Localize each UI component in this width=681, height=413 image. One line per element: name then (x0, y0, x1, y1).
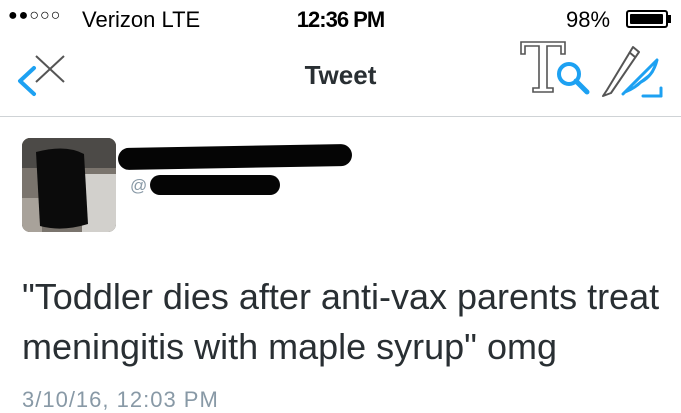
text-search-button[interactable] (515, 38, 595, 100)
battery-percent: 98% (566, 7, 611, 32)
avatar[interactable] (22, 138, 116, 232)
navigation-bar: Tweet (0, 38, 681, 117)
tweet-timestamp: 3/10/16, 12:03 PM (22, 387, 219, 412)
handle-prefix: @ (130, 176, 148, 195)
redacted-display-name (117, 143, 353, 171)
battery-icon (626, 10, 668, 28)
compose-button[interactable] (595, 42, 665, 100)
battery-tip (668, 15, 671, 23)
redacted-handle (150, 175, 280, 195)
tweet-text: "Toddler dies after anti-vax parents tre… (22, 276, 660, 367)
text-search-icon (520, 41, 590, 95)
battery-level-fill (630, 14, 663, 24)
compose-quill-icon (602, 46, 663, 98)
tweet-detail: @ "Toddler dies after anti-vax parents t… (0, 117, 681, 412)
redaction-mark (36, 148, 88, 229)
status-bar: ●●○○○ Verizon LTE 12:36 PM 98% (0, 0, 681, 38)
